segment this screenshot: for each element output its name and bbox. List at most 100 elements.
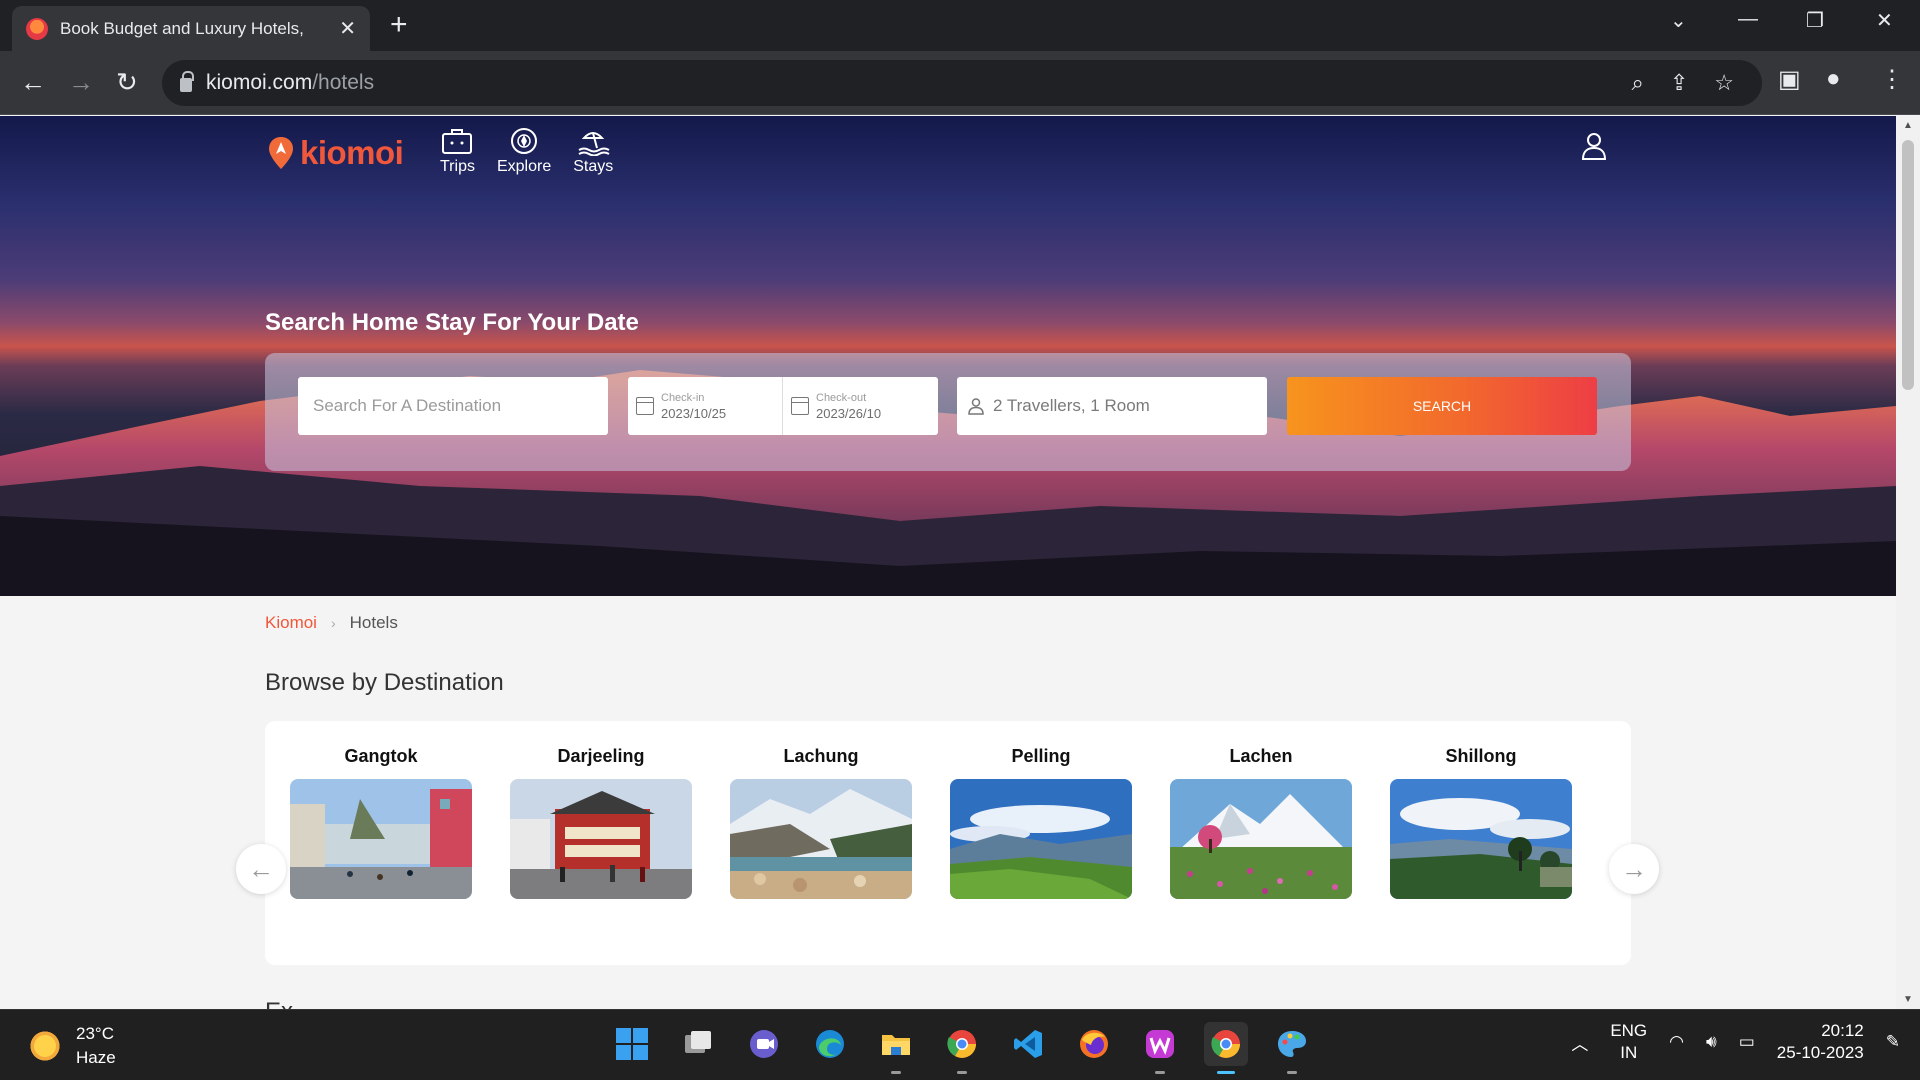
shillong-photo (1390, 779, 1572, 899)
lock-icon (180, 71, 194, 92)
address-bar[interactable]: kiomoi.com/hotels ⌕ ⇪ ☆ (162, 60, 1762, 106)
carousel-prev-button[interactable]: ← (236, 844, 286, 894)
teams-chat-button[interactable] (742, 1022, 786, 1066)
scroll-up-icon[interactable]: ▲ (1903, 120, 1913, 131)
folder-icon (882, 1035, 910, 1055)
forward-button[interactable]: → (68, 65, 94, 99)
destination-gangtok[interactable]: Gangtok (290, 746, 472, 904)
side-panel-icon[interactable]: ▣ (1778, 65, 1801, 94)
tab-title: Book Budget and Luxury Hotels, (60, 18, 304, 38)
show-hidden-icons-chevron-icon[interactable]: ︿ (1571, 1030, 1588, 1055)
new-tab-button[interactable]: + (390, 10, 408, 40)
carousel-next-button[interactable]: → (1609, 844, 1659, 894)
chrome-profile-button[interactable] (940, 1022, 984, 1074)
edge-browser-icon (816, 1030, 844, 1058)
clock-time: 20:12 (1821, 1021, 1864, 1040)
checkin-field[interactable]: Check-in 2023/10/25 (628, 377, 783, 435)
destination-name: Shillong (1445, 746, 1517, 766)
chrome-active-button[interactable] (1204, 1022, 1248, 1074)
destination-name: Gangtok (344, 746, 418, 766)
tab-close-icon[interactable]: ✕ (339, 16, 356, 41)
edge-button[interactable] (808, 1022, 852, 1066)
nav-trips-label: Trips (440, 158, 475, 175)
task-view-button[interactable] (676, 1022, 720, 1066)
destination-name: Lachen (1229, 746, 1293, 766)
destination-name: Pelling (1011, 746, 1071, 766)
beach-icon (578, 132, 610, 156)
user-account-icon[interactable] (1578, 130, 1610, 162)
clock[interactable]: 20:12 25-10-2023 (1777, 1020, 1864, 1064)
page-viewport: kiomoi Trips Explore Stays Search Home S… (0, 116, 1896, 1009)
reload-button[interactable]: ↻ (116, 65, 138, 99)
nav-stays[interactable]: Stays (573, 126, 613, 176)
browse-section-title: Browse by Destination (265, 669, 504, 696)
vscode-button[interactable] (1006, 1022, 1050, 1066)
checkout-value: 2023/26/10 (816, 406, 882, 421)
destination-lachung[interactable]: Lachung (730, 746, 912, 904)
file-explorer-button[interactable] (874, 1022, 918, 1074)
kiomoi-favicon-icon (26, 17, 48, 40)
search-button[interactable]: SEARCH (1287, 377, 1597, 435)
nav-trips[interactable]: Trips (440, 126, 475, 176)
volume-icon[interactable]: 🔊︎ (1706, 1032, 1717, 1052)
weather-condition: Haze (76, 1048, 116, 1067)
destination-input[interactable]: Search For A Destination (298, 377, 608, 435)
destination-pelling[interactable]: Pelling (950, 746, 1132, 904)
bookmark-star-icon[interactable]: ☆ (1714, 70, 1734, 96)
firefox-icon (1080, 1030, 1108, 1058)
search-panel: Search For A Destination Check-in 2023/1… (265, 353, 1631, 471)
wifi-icon[interactable]: ◠ (1669, 1032, 1684, 1052)
firefox-button[interactable] (1072, 1022, 1116, 1066)
notifications-icon[interactable]: ✎ (1886, 1032, 1900, 1052)
nav-stays-label: Stays (573, 158, 614, 175)
scroll-down-icon[interactable]: ▼ (1903, 994, 1913, 1005)
destination-carousel: Gangtok Darjeeling Lachung Pelling Lache… (265, 721, 1631, 965)
suitcase-icon (442, 129, 473, 154)
wps-button[interactable] (1138, 1022, 1182, 1074)
scrollbar-thumb[interactable] (1902, 140, 1914, 390)
breadcrumb: Kiomoi › Hotels (265, 613, 398, 633)
checkout-label: Check-out (816, 392, 867, 404)
browser-tab[interactable]: Book Budget and Luxury Hotels, ✕ (12, 6, 370, 51)
back-button[interactable]: ← (20, 65, 46, 99)
haze-weather-icon (28, 1029, 62, 1063)
nav-explore[interactable]: Explore (497, 126, 551, 176)
menu-kebab-icon[interactable]: ⋮ (1880, 65, 1904, 94)
breadcrumb-current: Hotels (349, 613, 398, 632)
start-button[interactable] (610, 1022, 654, 1066)
language-indicator[interactable]: ENG IN (1610, 1020, 1647, 1064)
calendar-icon (791, 397, 809, 415)
zoom-icon[interactable]: ⌕ (1632, 70, 1644, 96)
close-window-button[interactable]: ✕ (1876, 8, 1893, 33)
kiomoi-logo[interactable]: kiomoi (268, 134, 404, 172)
checkout-field[interactable]: Check-out 2023/26/10 (783, 377, 938, 435)
battery-icon[interactable]: ▭ (1739, 1032, 1755, 1052)
paint-palette-icon (1278, 1031, 1306, 1057)
breadcrumb-separator: › (330, 615, 336, 631)
paint-button[interactable] (1270, 1022, 1314, 1074)
compass-icon (511, 128, 538, 154)
running-indicator (957, 1071, 967, 1074)
page-scrollbar[interactable]: ▲ ▼ (1896, 116, 1920, 1009)
destination-lachen[interactable]: Lachen (1170, 746, 1352, 904)
travellers-field[interactable]: 2 Travellers, 1 Room (957, 377, 1267, 435)
profile-icon[interactable]: ● (1826, 65, 1841, 93)
calendar-icon (636, 397, 654, 415)
breadcrumb-home-link[interactable]: Kiomoi (265, 613, 317, 633)
destination-name: Darjeeling (557, 746, 645, 766)
running-indicator (1155, 1071, 1165, 1074)
tab-search-icon[interactable]: ⌄ (1670, 8, 1687, 33)
hero-title: Search Home Stay For Your Date (265, 309, 639, 336)
gangtok-photo (290, 779, 472, 899)
share-icon[interactable]: ⇪ (1670, 70, 1688, 96)
system-tray: ︿ ENG IN ◠ 🔊︎ ▭ 20:12 25-10-2023 ✎ (1571, 1020, 1900, 1064)
weather-widget[interactable]: 23°C Haze (28, 1022, 116, 1070)
pelling-photo (950, 779, 1132, 899)
minimize-button[interactable]: — (1738, 8, 1758, 31)
brand-name: kiomoi (300, 134, 404, 171)
language-code: ENG (1610, 1021, 1648, 1040)
destination-darjeeling[interactable]: Darjeeling (510, 746, 692, 904)
restore-button[interactable]: ❐ (1806, 8, 1824, 33)
destination-shillong[interactable]: Shillong (1390, 746, 1572, 904)
nav-explore-label: Explore (496, 158, 552, 175)
